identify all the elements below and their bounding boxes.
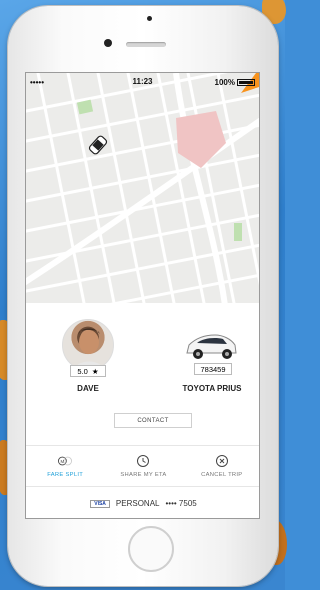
fare-split-label: FARE SPLIT bbox=[47, 472, 84, 478]
phone-speaker bbox=[126, 42, 166, 47]
license-plate: 783459 bbox=[194, 363, 232, 375]
svg-text:M: M bbox=[61, 459, 65, 464]
map-view[interactable] bbox=[26, 73, 259, 303]
status-bar: ••••• 11:23 100% bbox=[26, 73, 259, 91]
share-eta-label: SHARE MY ETA bbox=[120, 472, 167, 478]
share-eta-button[interactable]: SHARE MY ETA bbox=[104, 446, 182, 486]
driver-panel: 5.0 ★ DAVE 783459 TOYOTA PRIUS CONTACT bbox=[26, 303, 259, 443]
trip-actions: M FARE SPLIT SHARE MY ETA CANCEL TRIP bbox=[26, 445, 259, 487]
star-icon: ★ bbox=[91, 366, 99, 376]
driver-rating: 5.0 ★ bbox=[70, 365, 106, 377]
home-button[interactable] bbox=[128, 526, 174, 572]
fare-split-icon: M bbox=[58, 456, 73, 466]
app-screen: ••••• 11:23 100% 5.0 ★ DAVE 783459 TOYOT… bbox=[25, 72, 260, 519]
card-number: •••• 7505 bbox=[165, 499, 197, 508]
payment-profile: PERSONAL bbox=[115, 499, 160, 508]
close-circle-icon bbox=[215, 455, 228, 467]
phone-sensor bbox=[147, 16, 152, 21]
rating-value: 5.0 bbox=[77, 366, 88, 376]
vehicle-image bbox=[186, 334, 237, 359]
payment-selector[interactable]: VISA PERSONAL •••• 7505 bbox=[26, 487, 259, 518]
map-canvas bbox=[26, 73, 259, 303]
fare-split-button[interactable]: M FARE SPLIT bbox=[26, 446, 104, 486]
driver-avatar[interactable] bbox=[62, 319, 114, 371]
phone-camera bbox=[104, 39, 112, 47]
clock-icon bbox=[137, 455, 150, 467]
cancel-trip-button[interactable]: CANCEL TRIP bbox=[183, 446, 259, 486]
contact-button[interactable]: CONTACT bbox=[114, 413, 192, 428]
status-time: 11:23 bbox=[132, 77, 153, 86]
visa-card-icon: VISA bbox=[90, 499, 110, 508]
cancel-trip-label: CANCEL TRIP bbox=[201, 472, 243, 478]
vehicle-model: TOYOTA PRIUS bbox=[182, 384, 242, 393]
driver-name: DAVE bbox=[77, 384, 99, 393]
